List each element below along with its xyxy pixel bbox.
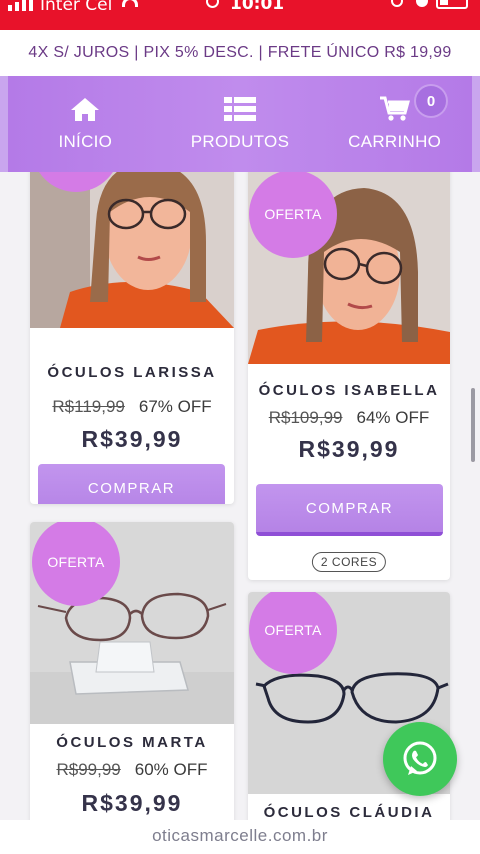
nav-item-carrinho[interactable]: CARRINHO 0: [317, 76, 472, 172]
carrier-label: Inter Cel: [40, 0, 113, 15]
whatsapp-button[interactable]: [383, 722, 457, 796]
oferta-badge: OFERTA: [32, 522, 120, 606]
clock: 10:01: [230, 0, 285, 14]
status-bar: Inter Cel 10:01: [0, 0, 480, 30]
product-name[interactable]: ÓCULOS MARTA: [30, 734, 234, 751]
list-icon: [224, 96, 256, 122]
orientation-lock-icon: [391, 0, 403, 7]
home-icon: [70, 96, 100, 122]
alarm-icon: [206, 0, 219, 8]
product-name[interactable]: ÓCULOS CLÁUDIA: [248, 804, 450, 820]
product-card-larissa[interactable]: ÓCULOS LARISSA R$119,99 67% OFF R$39,99 C…: [30, 172, 234, 504]
scrollbar-thumb[interactable]: [471, 388, 475, 462]
product-card-isabella[interactable]: OFERTA 2 CORES ÓCULOS ISABELLA R$109,99 6…: [248, 172, 450, 580]
discount-label: 67% OFF: [138, 397, 212, 416]
address-bar[interactable]: oticasmarcelle.com.br: [0, 820, 480, 854]
oferta-badge: OFERTA: [249, 172, 337, 258]
cart-icon: [379, 96, 410, 122]
price-row: R$119,99 67% OFF: [30, 397, 234, 417]
current-price: R$39,99: [81, 790, 183, 816]
signal-icon: [8, 0, 33, 11]
cart-count-badge: 0: [416, 86, 447, 116]
url-text: oticasmarcelle.com.br: [152, 826, 328, 845]
old-price: R$119,99: [52, 397, 125, 416]
price-row: R$99,99 60% OFF: [30, 760, 234, 780]
buy-button[interactable]: COMPRAR: [256, 484, 443, 536]
moon-icon: [416, 0, 428, 7]
buy-button[interactable]: COMPRAR: [38, 464, 225, 504]
old-price: R$99,99: [56, 760, 121, 779]
discount-label: 60% OFF: [134, 760, 208, 779]
product-card-marta[interactable]: OFERTA ÓCULOS MARTA R$99,99 60% OFF R$39,…: [30, 522, 234, 820]
product-name[interactable]: ÓCULOS ISABELLA: [248, 382, 450, 399]
battery-icon: [436, 0, 468, 9]
product-name[interactable]: ÓCULOS LARISSA: [30, 364, 234, 381]
product-photo[interactable]: [30, 172, 234, 328]
nav-item-inicio[interactable]: INÍCIO: [8, 76, 163, 172]
whatsapp-icon: [403, 741, 437, 775]
wifi-icon: [122, 0, 138, 7]
colors-pill: 2 CORES: [311, 552, 387, 572]
nav-item-label: INÍCIO: [58, 132, 113, 151]
discount-label: 64% OFF: [356, 408, 430, 427]
current-price: R$39,99: [298, 436, 400, 462]
promo-text: 4X S/ JUROS | PIX 5% DESC. | FRETE ÚNICO…: [28, 44, 452, 61]
price-row: R$109,99 64% OFF: [248, 408, 450, 428]
promo-banner: 4X S/ JUROS | PIX 5% DESC. | FRETE ÚNICO…: [0, 30, 480, 76]
nav-item-produtos[interactable]: PRODUTOS: [163, 76, 318, 172]
main-nav: INÍCIO PRODUTOS CARRINHO 0: [0, 76, 480, 172]
nav-item-label: CARRINHO: [348, 132, 442, 151]
nav-item-label: PRODUTOS: [190, 132, 290, 151]
old-price: R$109,99: [268, 408, 343, 427]
current-price: R$39,99: [81, 426, 183, 452]
